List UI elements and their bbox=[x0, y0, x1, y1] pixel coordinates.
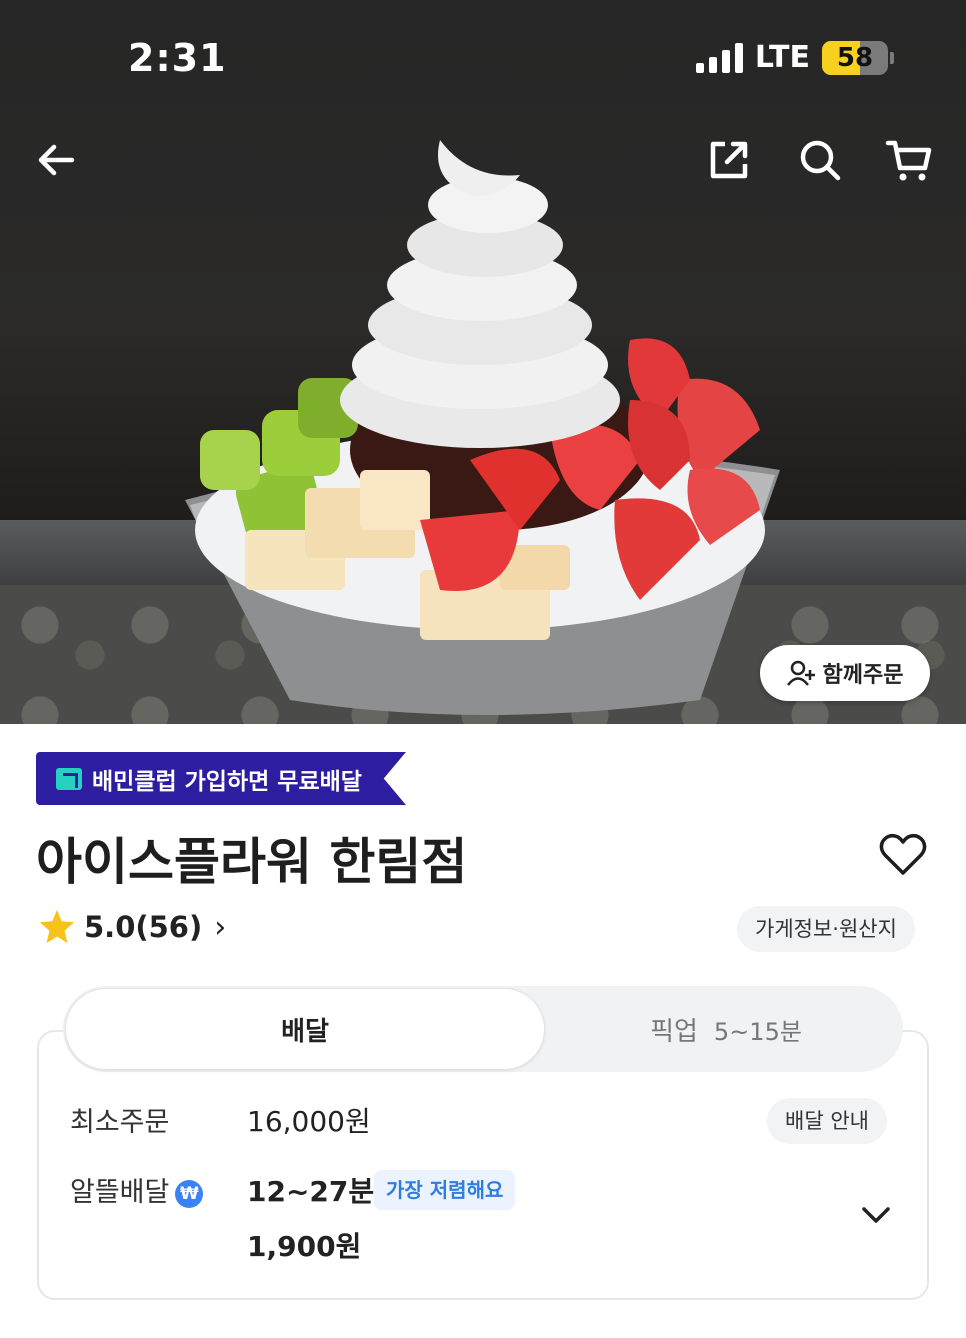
min-order-label: 최소주문 bbox=[70, 1107, 170, 1138]
won-icon: ₩ bbox=[175, 1179, 204, 1208]
store-name: 아이스플라워 한림점 bbox=[36, 833, 468, 891]
tab-pickup-label: 픽업 bbox=[650, 1016, 698, 1047]
delivery-time: 12~27분 bbox=[247, 1175, 375, 1208]
cart-icon[interactable] bbox=[885, 136, 933, 184]
min-order-value: 16,000원 bbox=[247, 1105, 371, 1138]
tab-delivery-label: 배달 bbox=[281, 1016, 329, 1047]
delivery-type-label: 알뜰배달 bbox=[70, 1177, 170, 1208]
share-icon[interactable] bbox=[705, 136, 753, 184]
delivery-fee: 1,900원 bbox=[247, 1230, 362, 1263]
cheapest-badge: 가장 저렴해요 bbox=[374, 1170, 516, 1210]
tab-pickup[interactable]: 픽업 5~15분 bbox=[549, 986, 903, 1072]
battery-percent: 58 bbox=[836, 42, 874, 73]
rating-link[interactable]: 5.0 (56) › bbox=[38, 908, 226, 946]
baemin-club-banner[interactable]: 배민클럽 가입하면 무료배달 bbox=[36, 752, 406, 805]
status-time: 2:31 bbox=[128, 36, 227, 80]
search-icon[interactable] bbox=[796, 136, 844, 184]
order-type-tabs: 배달 픽업 5~15분 bbox=[63, 986, 903, 1072]
delivery-type: 알뜰배달 ₩ bbox=[70, 1170, 204, 1209]
chevron-right-icon: › bbox=[214, 909, 227, 945]
hero-image: 2:31 LTE 58 함께주문 bbox=[0, 0, 966, 724]
status-indicators: LTE 58 bbox=[695, 40, 894, 75]
signal-icon bbox=[695, 42, 743, 73]
store-info-button[interactable]: 가게정보·원산지 bbox=[737, 906, 915, 952]
tab-delivery[interactable]: 배달 bbox=[65, 988, 545, 1070]
rating-value: 5.0 bbox=[84, 910, 136, 944]
promo-label: 배민클럽 가입하면 무료배달 bbox=[92, 768, 362, 795]
network-label: LTE bbox=[754, 40, 810, 75]
battery-icon: 58 bbox=[822, 40, 888, 75]
together-order-button[interactable]: 함께주문 bbox=[760, 645, 930, 701]
star-icon bbox=[39, 909, 75, 944]
delivery-guide-button[interactable]: 배달 안내 bbox=[767, 1098, 887, 1144]
review-count: (56) bbox=[135, 910, 203, 944]
bingsu-illustration bbox=[185, 140, 780, 715]
heart-icon[interactable] bbox=[878, 830, 928, 880]
baemin-club-icon bbox=[56, 767, 82, 790]
together-order-label: 함께주문 bbox=[822, 663, 904, 688]
back-arrow-icon[interactable] bbox=[32, 136, 80, 184]
battery-cap bbox=[890, 51, 894, 64]
add-person-icon bbox=[786, 660, 815, 686]
tab-pickup-time: 5~15분 bbox=[713, 1017, 802, 1046]
chevron-down-icon[interactable] bbox=[858, 1200, 894, 1230]
